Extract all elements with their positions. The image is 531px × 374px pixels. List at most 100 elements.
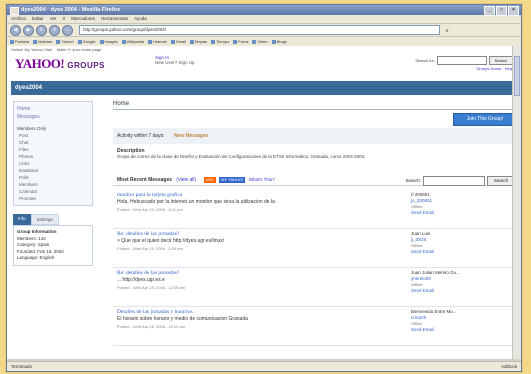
recent-heading: Most Recent Messages bbox=[117, 177, 173, 183]
back-icon[interactable]: ◀ bbox=[10, 24, 21, 36]
message-row: Re: detalles de las jornadas? ... http:/… bbox=[113, 268, 517, 307]
yahoo-top-link[interactable]: Yahoo! My Yahoo! Mail bbox=[11, 46, 52, 53]
message-author: Juan Julian Merelo Gu... jmerelo00 Offli… bbox=[411, 270, 460, 294]
sidebar-item-home[interactable]: Home bbox=[17, 105, 89, 113]
sidebar-item-files: Files bbox=[19, 147, 29, 152]
sidebar-item-polls: Polls bbox=[19, 175, 29, 180]
message-snippet: ... http://dyes.ugr.es.e bbox=[117, 277, 165, 283]
page-title: Home bbox=[113, 101, 517, 110]
group-info-line: Language: English bbox=[17, 255, 55, 260]
bookmark-item[interactable]: Hotmail bbox=[148, 37, 167, 46]
whats-this-link[interactable]: What's This? bbox=[249, 177, 275, 182]
page-content: Yahoo! My Yahoo! Mail Make Y! your home … bbox=[7, 46, 521, 359]
bookmark-item[interactable]: Tiempo bbox=[211, 37, 229, 46]
send-email-link[interactable]: Send Email bbox=[411, 327, 457, 333]
activity-label: Activity within 7 days: bbox=[117, 133, 165, 139]
minimize-icon[interactable]: _ bbox=[484, 6, 495, 16]
window-title: dyes2004 · dyes 2004 - Mozilla Firefox bbox=[21, 7, 121, 13]
yahoo-top-links: Yahoo! My Yahoo! Mail Make Y! your home … bbox=[7, 46, 521, 53]
message-snippet: Hola, Hebuscado por la internet un monit… bbox=[117, 199, 275, 205]
description-text: Grupo de correo de la clase de Diseño y … bbox=[117, 154, 366, 159]
bookmark-item[interactable]: Wikipedia bbox=[122, 37, 144, 46]
bookmark-item[interactable]: Noticias bbox=[33, 37, 52, 46]
author-name: Juan Luis bbox=[411, 231, 431, 236]
message-posted: Posted - Wed Apr 19, 2006 - 8:11 pm bbox=[117, 207, 183, 212]
menu-tools[interactable]: Herramientas bbox=[101, 15, 128, 23]
send-email-link[interactable]: Send Email bbox=[411, 249, 434, 255]
yahoo-search-button[interactable]: Search bbox=[489, 56, 513, 65]
bookmark-item[interactable]: Gmail bbox=[171, 37, 186, 46]
message-subject[interactable]: Re: detalles de las jornadas? bbox=[117, 270, 179, 276]
address-bar[interactable]: http://groups.yahoo.com/group/dyes2004/ bbox=[79, 25, 440, 35]
bookmark-item[interactable]: Yahoo! bbox=[56, 37, 73, 46]
menu-edit[interactable]: Editar bbox=[32, 15, 44, 23]
go-button[interactable]: Ir bbox=[446, 28, 449, 33]
join-group-button[interactable]: Join This Group! bbox=[453, 113, 517, 126]
message-subject[interactable]: Re: detalles de las jornadas? bbox=[117, 231, 179, 237]
group-description: Description Grupo de correo de la clase … bbox=[117, 148, 513, 160]
recent-messages-header: Most Recent Messages (view all) XML MY Y… bbox=[113, 174, 517, 186]
menu-go[interactable]: Ir bbox=[63, 15, 66, 23]
message-row: monitor para la tarjeta grafica Hola, He… bbox=[113, 190, 517, 229]
tab-info[interactable]: Info bbox=[13, 214, 31, 225]
maximize-icon[interactable]: □ bbox=[496, 6, 507, 16]
menu-help[interactable]: Ayuda bbox=[134, 15, 147, 23]
message-author: Bienvenido Entre Mo... crmarrk Offline S… bbox=[411, 309, 457, 333]
menu-view[interactable]: Ver bbox=[50, 15, 57, 23]
main-content: Home Join This Group! Activity within 7 … bbox=[113, 101, 517, 346]
sidebar-item-promote: Promote bbox=[19, 196, 37, 201]
message-subject[interactable]: monitor para la tarjeta grafica bbox=[117, 192, 182, 198]
send-email-link[interactable]: Send Email bbox=[411, 210, 434, 216]
search-label: Search for: bbox=[415, 58, 435, 63]
menu-file[interactable]: Archivo bbox=[11, 15, 26, 23]
send-email-link[interactable]: Send Email bbox=[411, 288, 460, 294]
xml-feed-badge[interactable]: XML bbox=[203, 177, 216, 183]
title-bar: dyes2004 · dyes 2004 - Mozilla Firefox _… bbox=[7, 5, 521, 16]
new-messages-link[interactable]: New Messages bbox=[174, 133, 208, 139]
author-name: Bienvenido Entre Mo... bbox=[411, 309, 457, 314]
groups-help-links[interactable]: Groups Home · Help bbox=[476, 66, 513, 71]
stop-icon[interactable]: ✕ bbox=[49, 24, 60, 36]
status-text: Terminado bbox=[11, 364, 33, 369]
sidebar-nav: Home Messages Members Only Post Chat Fil… bbox=[13, 101, 93, 206]
bookmark-item[interactable]: Foros bbox=[233, 37, 248, 46]
message-snippet: El horario sobre horario y medio de comu… bbox=[117, 316, 248, 322]
bookmark-item[interactable]: Google bbox=[78, 37, 96, 46]
sidebar-item-messages[interactable]: Messages bbox=[17, 113, 89, 121]
bookmark-item[interactable]: Blogs bbox=[272, 37, 287, 46]
sign-up-link[interactable]: New User? Sign Up bbox=[155, 60, 195, 65]
group-info-box: Group Information Members: 142 Category:… bbox=[13, 225, 93, 266]
group-name-bar: dyes2004 bbox=[11, 81, 517, 95]
yahoo-search: Search for: Search bbox=[415, 56, 513, 65]
message-row: Detalles de las jornadas y horarios El h… bbox=[113, 307, 517, 346]
message-search-button[interactable]: Search bbox=[487, 176, 515, 186]
message-search-input[interactable] bbox=[423, 176, 485, 186]
close-icon[interactable]: × bbox=[508, 6, 519, 16]
yahoo-groups-logo[interactable]: YAHOO! GROUPS bbox=[15, 56, 105, 72]
yahoo-search-input[interactable] bbox=[437, 56, 487, 65]
my-yahoo-badge[interactable]: MY YAHOO! bbox=[219, 177, 246, 183]
app-icon bbox=[10, 7, 19, 15]
message-list: monitor para la tarjeta grafica Hola, He… bbox=[113, 190, 517, 346]
yahoo-logo-text: YAHOO! bbox=[15, 56, 65, 71]
message-snippet: > Que que el quien decir http://dyes.ugr… bbox=[117, 238, 225, 244]
sidebar-item-members: Members bbox=[19, 182, 38, 187]
home-icon[interactable]: ⌂ bbox=[62, 24, 73, 36]
vertical-scrollbar[interactable] bbox=[512, 46, 521, 359]
tab-settings[interactable]: Settings bbox=[30, 214, 59, 225]
bookmark-item[interactable]: Mapas bbox=[190, 37, 207, 46]
message-author: rl 200501 jo_200501 Offline Send Email bbox=[411, 192, 434, 216]
message-author: Juan Luis jl_IDOS Offline Send Email bbox=[411, 231, 434, 255]
view-all-link[interactable]: (view all) bbox=[176, 177, 196, 183]
bookmark-item[interactable]: Video bbox=[252, 37, 267, 46]
yahoo-top-link[interactable]: Make Y! your home page bbox=[57, 46, 102, 53]
browser-window: dyes2004 · dyes 2004 - Mozilla Firefox _… bbox=[6, 4, 522, 372]
scrollbar-thumb[interactable] bbox=[514, 56, 520, 96]
reload-icon[interactable]: ↻ bbox=[36, 24, 47, 36]
bookmark-item[interactable]: Portada bbox=[10, 37, 29, 46]
message-subject[interactable]: Detalles de las jornadas y horarios bbox=[117, 309, 193, 315]
menu-bookmarks[interactable]: Marcadores bbox=[71, 15, 95, 23]
forward-icon[interactable]: ▶ bbox=[23, 24, 34, 36]
message-posted: Posted - Wed Apr 19, 2006 - 12:05 am bbox=[117, 285, 186, 290]
bookmark-item[interactable]: Images bbox=[100, 37, 118, 46]
